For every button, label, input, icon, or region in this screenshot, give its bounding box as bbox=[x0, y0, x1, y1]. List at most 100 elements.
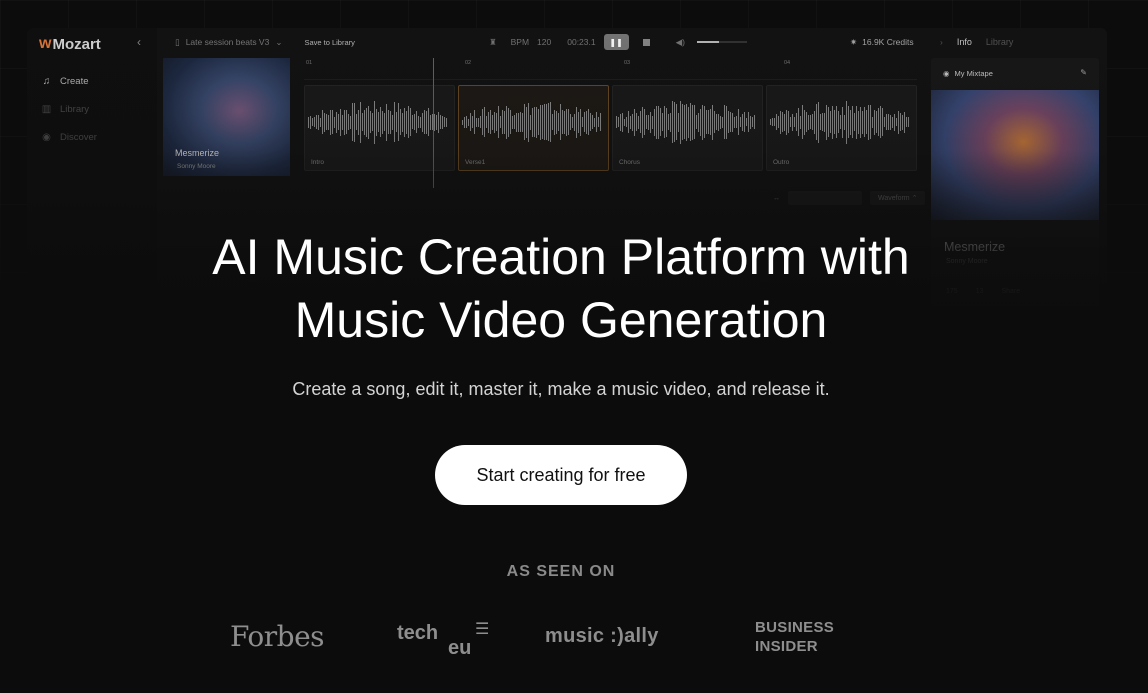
waveform-bar bbox=[628, 111, 629, 133]
stop-button[interactable] bbox=[642, 38, 650, 46]
bpm-label: BPM bbox=[510, 37, 530, 47]
section-verse1[interactable]: Verse1 bbox=[458, 85, 609, 171]
waveform-bar bbox=[770, 119, 771, 125]
waveform-bar bbox=[714, 111, 715, 133]
press-logos: Forbes tech eu ☰ music :)ally BUSINESS I… bbox=[0, 612, 1148, 672]
brand-logo[interactable]: ᴡ Mozart bbox=[39, 35, 145, 53]
waveform-bar bbox=[570, 114, 571, 130]
topbar: ▯ Late session beats V3 ⌄ Save to Librar… bbox=[163, 28, 1107, 56]
waveform-bar bbox=[656, 105, 657, 139]
waveform-bar bbox=[546, 104, 547, 140]
playlist-header[interactable]: ◉ My Mixtape bbox=[943, 69, 993, 78]
waveform bbox=[462, 100, 605, 144]
save-to-library-button[interactable]: Save to Library bbox=[304, 38, 354, 47]
waveform-bar bbox=[706, 110, 707, 134]
waveform-bar bbox=[502, 110, 503, 134]
waveform-bar bbox=[562, 110, 563, 134]
metronome-icon[interactable]: ♜ bbox=[489, 37, 497, 48]
sidebar-item-library[interactable]: ▥ Library bbox=[39, 95, 145, 123]
zoom-slider[interactable] bbox=[788, 191, 862, 205]
waveform-bar bbox=[584, 112, 585, 132]
waveform-bar bbox=[898, 110, 899, 134]
timeline-ruler: 01 02 03 04 bbox=[304, 58, 917, 80]
waveform-bar bbox=[572, 116, 573, 128]
waveform-bar bbox=[814, 110, 815, 134]
waveform-bar bbox=[664, 106, 665, 138]
waveform-bar bbox=[366, 107, 367, 137]
tab-info[interactable]: Info bbox=[957, 37, 972, 47]
library-icon: ▥ bbox=[41, 103, 52, 115]
waveform-bar bbox=[732, 112, 733, 132]
waveform-bar bbox=[528, 102, 529, 142]
press-heading: AS SEEN ON bbox=[506, 563, 616, 580]
sidebar-item-create[interactable]: ♫ Create bbox=[39, 67, 145, 95]
waveform-bar bbox=[378, 112, 379, 132]
waveform-bar bbox=[876, 111, 877, 133]
waveform-bar bbox=[786, 109, 787, 135]
waveform-bar bbox=[710, 109, 711, 135]
waveform-bar bbox=[738, 109, 739, 135]
section-outro[interactable]: Outro bbox=[766, 85, 917, 171]
waveform-bar bbox=[520, 112, 521, 132]
hero-title: AI Music Creation Platform with Music Vi… bbox=[0, 226, 1122, 352]
waveform-bar bbox=[436, 114, 437, 130]
view-mode-select[interactable]: Waveform ⌃ bbox=[870, 191, 926, 205]
waveform-bar bbox=[740, 117, 741, 127]
project-selector[interactable]: ▯ Late session beats V3 ⌄ bbox=[175, 37, 282, 48]
waveform-bar bbox=[660, 108, 661, 136]
waveform-bar bbox=[624, 118, 625, 126]
waveform-bar bbox=[620, 113, 621, 131]
volume-slider[interactable] bbox=[696, 41, 747, 43]
waveform-bar bbox=[742, 113, 743, 131]
waveform-bar bbox=[862, 110, 863, 134]
credits-badge[interactable]: ✷ 16.9K Credits bbox=[850, 37, 914, 48]
waveform-bar bbox=[670, 112, 671, 132]
waveform-bar bbox=[882, 108, 883, 136]
waveform-bar bbox=[696, 115, 697, 129]
pause-button[interactable]: ❚❚ bbox=[603, 34, 629, 50]
bi-line2: INSIDER bbox=[755, 638, 818, 655]
timeline[interactable]: 01 02 03 04 Intro Verse1 Chorus Outro bbox=[304, 58, 917, 188]
waveform-bar bbox=[806, 112, 807, 132]
waveform-bar bbox=[650, 111, 651, 133]
waveform-bar bbox=[522, 112, 523, 132]
waveform-bar bbox=[692, 104, 693, 140]
waveform-bar bbox=[796, 113, 797, 131]
waveform-bar bbox=[380, 107, 381, 137]
tab-library[interactable]: Library bbox=[986, 37, 1014, 47]
hero-title-line1: AI Music Creation Platform with bbox=[212, 229, 910, 285]
waveform-bar bbox=[744, 112, 745, 132]
volume-icon[interactable]: ◀) bbox=[676, 37, 685, 48]
waveform-bar bbox=[598, 117, 599, 127]
waveform-bar bbox=[428, 108, 429, 136]
waveform-bar bbox=[340, 108, 341, 136]
hero-subtitle: Create a song, edit it, master it, make … bbox=[292, 379, 830, 399]
waveform-bar bbox=[486, 116, 487, 128]
sidebar-item-discover[interactable]: ◉ Discover bbox=[39, 123, 145, 151]
waveform-bar bbox=[618, 117, 619, 127]
collapse-sidebar-icon[interactable]: ‹ bbox=[137, 35, 141, 49]
edit-icon[interactable]: ✎ bbox=[1080, 68, 1087, 77]
waveform-bar bbox=[668, 114, 669, 130]
track-cover[interactable]: Mesmerize Sonny Moore bbox=[163, 58, 290, 176]
waveform-bar bbox=[836, 106, 837, 138]
track-title: Mesmerize bbox=[175, 148, 220, 158]
waveform-bar bbox=[790, 117, 791, 127]
waveform-bar bbox=[824, 112, 825, 132]
start-creating-button[interactable]: Start creating for free bbox=[435, 445, 687, 505]
brand-name: Mozart bbox=[52, 35, 101, 53]
waveform-bar bbox=[308, 116, 309, 128]
chevron-right-icon[interactable]: › bbox=[940, 37, 943, 47]
compass-icon: ◉ bbox=[42, 131, 51, 143]
bpm-value[interactable]: 120 bbox=[537, 37, 551, 47]
fit-width-icon[interactable]: ↔ bbox=[773, 195, 780, 202]
waveform-bar bbox=[776, 114, 777, 130]
section-chorus[interactable]: Chorus bbox=[612, 85, 763, 171]
waveform-bar bbox=[720, 115, 721, 129]
waveform-bar bbox=[888, 114, 889, 130]
playhead[interactable] bbox=[433, 58, 434, 188]
waveform-bar bbox=[860, 106, 861, 138]
waveform-bar bbox=[842, 106, 843, 138]
waveform-bar bbox=[754, 115, 755, 129]
waveform-bar bbox=[408, 106, 409, 138]
